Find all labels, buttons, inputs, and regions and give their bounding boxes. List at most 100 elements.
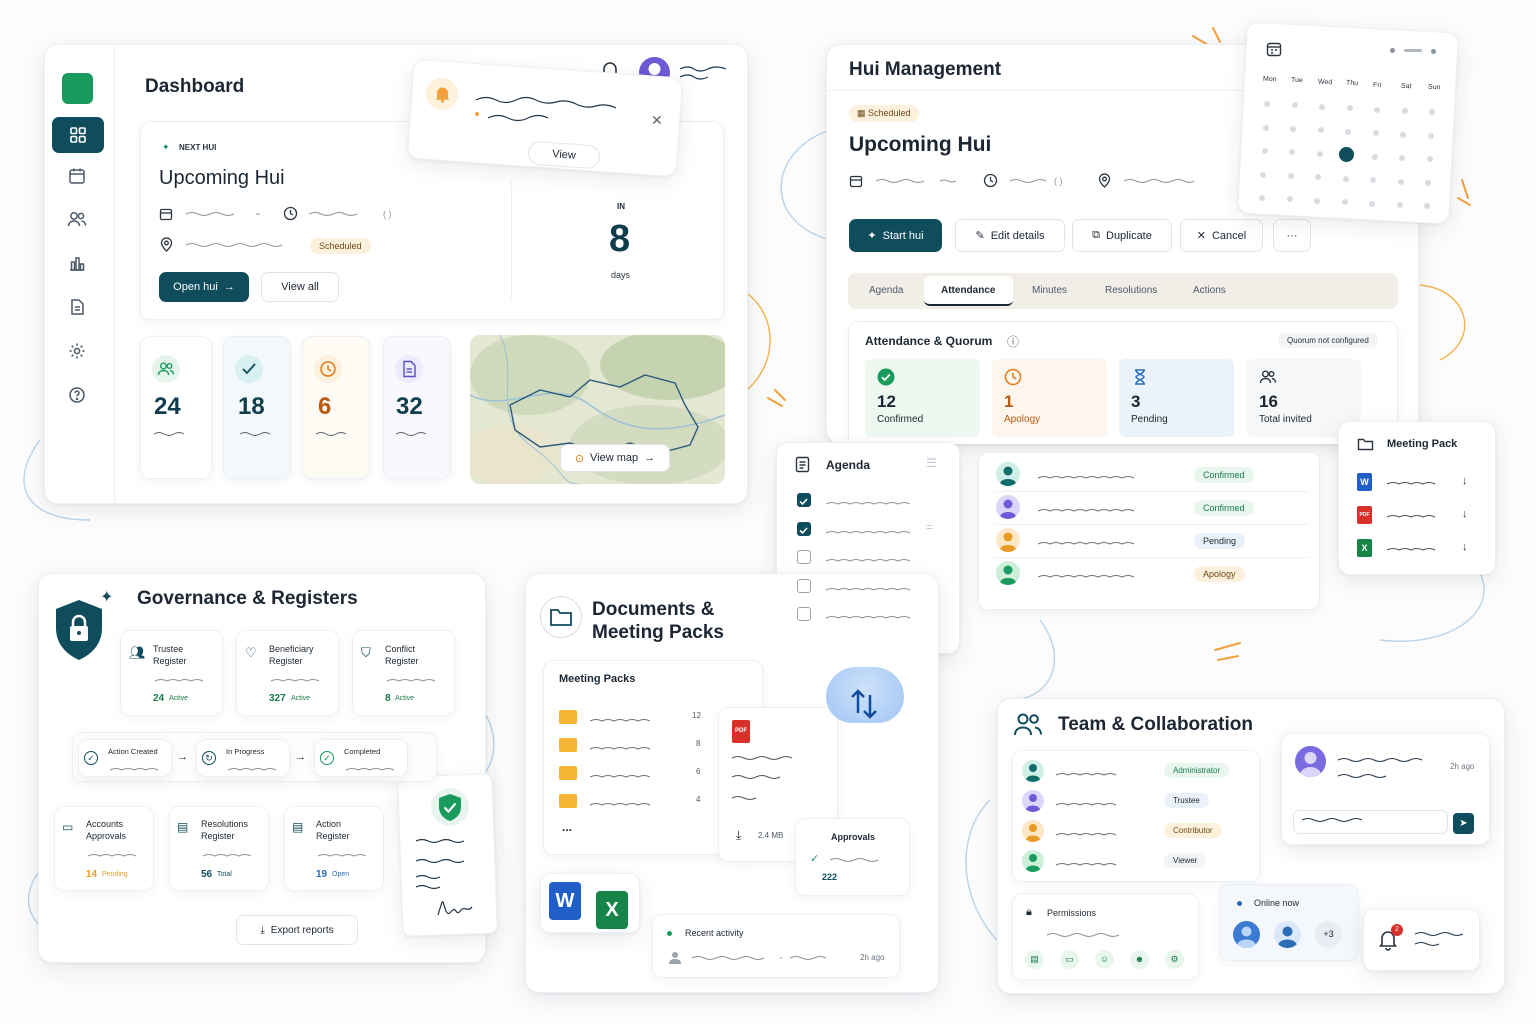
agenda-checkbox[interactable]	[797, 550, 811, 564]
online-more-badge[interactable]: +3	[1315, 921, 1342, 948]
calendar-day[interactable]	[1372, 130, 1379, 137]
hourglass-icon	[1132, 368, 1148, 386]
attendance-title: Attendance & Quorum	[865, 334, 993, 348]
calendar-day[interactable]	[1264, 101, 1270, 107]
upload-arrows-icon	[848, 685, 882, 725]
online-avatar-2	[1274, 921, 1301, 948]
calendar-day[interactable]	[1287, 172, 1294, 179]
agenda-checkbox[interactable]	[797, 493, 811, 507]
notification-view-button[interactable]: View	[527, 140, 601, 170]
calendar-day[interactable]	[1319, 103, 1325, 110]
calendar-day-label: Mon	[1262, 75, 1277, 84]
document-icon[interactable]: ▤	[1025, 950, 1044, 969]
sidebar-chart-icon[interactable]	[68, 254, 86, 272]
hui-time-scribble	[1009, 179, 1047, 183]
tab-resolutions[interactable]: Resolutions	[1105, 285, 1157, 296]
file-type-icon: W	[1357, 473, 1372, 491]
calendar-day[interactable]	[1260, 171, 1267, 178]
calendar-day[interactable]	[1262, 124, 1269, 131]
sidebar-users-icon[interactable]	[67, 210, 87, 228]
hui-location-scribble	[1123, 179, 1195, 183]
agenda-checkbox[interactable]	[797, 607, 811, 621]
download-icon[interactable]: ↓	[1462, 508, 1468, 520]
tab-agenda[interactable]: Agenda	[869, 285, 903, 296]
calendar-day[interactable]	[1291, 102, 1298, 109]
users-icon[interactable]: ☻	[1130, 950, 1149, 969]
sidebar-help-icon[interactable]	[68, 386, 86, 404]
agenda-checkbox[interactable]	[797, 521, 811, 536]
calendar-day[interactable]	[1314, 197, 1321, 204]
tab-attendance[interactable]: Attendance	[941, 285, 995, 296]
signature-scribble	[415, 838, 473, 916]
calendar-day[interactable]	[1261, 148, 1268, 154]
sparkle-icon: ✦	[867, 230, 877, 242]
calendar-day[interactable]	[1374, 106, 1380, 113]
calendar-day[interactable]	[1342, 175, 1349, 182]
tab-actions[interactable]: Actions	[1193, 285, 1226, 296]
open-hui-button[interactable]: Open hui →	[159, 272, 249, 302]
folder-icon[interactable]	[559, 766, 577, 780]
calendar-day[interactable]	[1401, 108, 1408, 114]
close-icon[interactable]: ✕	[651, 112, 663, 129]
calendar-day[interactable]	[1369, 200, 1376, 207]
attendance-status-badge: Confirmed	[1194, 467, 1254, 483]
drag-handle-icon[interactable]: =	[926, 520, 933, 534]
pack-count: 4	[696, 795, 701, 804]
agenda-checkbox[interactable]	[797, 578, 811, 593]
calendar-day[interactable]	[1400, 131, 1407, 138]
download-icon[interactable]: ↓	[1462, 475, 1468, 487]
calendar-day[interactable]	[1427, 132, 1434, 139]
view-all-label: View all	[281, 281, 319, 293]
download-icon[interactable]: ⤓	[736, 828, 741, 843]
start-hui-button[interactable]: ✦ Start hui	[849, 219, 942, 252]
folder-icon[interactable]	[559, 794, 577, 808]
folder-icon[interactable]	[559, 738, 577, 752]
more-button[interactable]: ···	[1273, 219, 1311, 252]
agenda-item-scribble	[824, 582, 913, 600]
calendar-nav[interactable]	[1390, 48, 1438, 54]
folder-icon[interactable]	[559, 710, 577, 724]
attendee-name-scribble	[1036, 503, 1140, 521]
pack-name-scribble	[588, 797, 662, 815]
calendar-day[interactable]	[1316, 150, 1323, 157]
pack-name-scribble	[588, 769, 662, 787]
more-items[interactable]: ...	[562, 820, 572, 834]
calendar-day[interactable]	[1341, 199, 1348, 206]
edit-details-button[interactable]: ✎ Edit details	[955, 219, 1065, 252]
calendar-day[interactable]	[1397, 178, 1404, 185]
user-icon[interactable]: ☺	[1095, 950, 1114, 969]
view-map-button[interactable]: ⊙ View map →	[560, 444, 670, 472]
pdf-scribble	[731, 756, 793, 800]
cancel-button[interactable]: ✕ Cancel	[1180, 219, 1263, 252]
calendar-day[interactable]	[1345, 128, 1352, 135]
calendar-day[interactable]	[1371, 153, 1378, 160]
send-button[interactable]: ➤	[1453, 813, 1474, 834]
info-icon[interactable]: ⓘ	[1007, 333, 1019, 350]
register-name: Resolutions Register	[201, 819, 249, 841]
sidebar-calendar-icon[interactable]	[68, 167, 86, 185]
export-reports-button[interactable]: ⤓ Export reports	[236, 915, 358, 945]
member-name-scribble	[1054, 857, 1123, 875]
document-icon: ▤	[177, 820, 189, 834]
folder-icon[interactable]: ▭	[1060, 950, 1079, 969]
view-all-button[interactable]: View all	[261, 272, 339, 302]
calendar-day[interactable]	[1346, 105, 1353, 112]
list-icon[interactable]: ☰	[926, 456, 937, 470]
settings-icon[interactable]: ⚙	[1165, 950, 1184, 969]
duplicate-button[interactable]: ⧉ Duplicate	[1072, 219, 1172, 252]
calendar-day-label: Wed	[1317, 78, 1333, 87]
attendance-status-badge: Pending	[1194, 533, 1246, 549]
open-hui-label: Open hui	[173, 281, 218, 293]
app-logo	[62, 73, 93, 104]
sidebar-settings-icon[interactable]	[68, 342, 86, 360]
tab-minutes[interactable]: Minutes	[1032, 285, 1067, 296]
calendar-icon	[159, 207, 173, 221]
x-icon: ✕	[1196, 230, 1206, 242]
sidebar-document-icon[interactable]	[68, 298, 86, 316]
calendar-day-label: Thu	[1345, 79, 1358, 88]
calendar-day[interactable]	[1396, 202, 1403, 208]
total-label: Total invited	[1259, 414, 1312, 425]
download-icon[interactable]: ↓	[1462, 541, 1468, 553]
register-scribble	[269, 673, 323, 691]
stat-value-documents: 32	[396, 393, 423, 420]
